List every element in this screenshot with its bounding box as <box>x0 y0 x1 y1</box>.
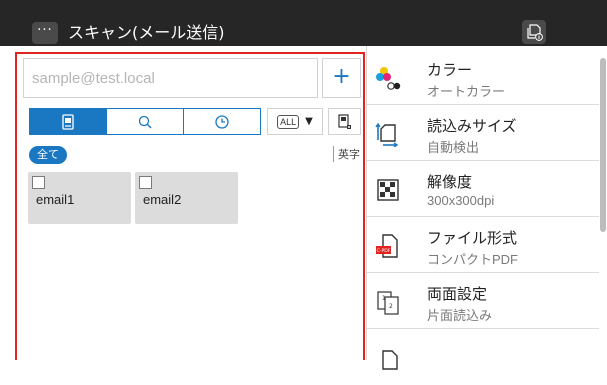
setting-value: 自動検出 <box>427 140 480 155</box>
svg-text:2: 2 <box>389 303 393 310</box>
setting-value: 片面読込み <box>427 308 493 323</box>
device-info-icon <box>527 24 543 41</box>
setting-color[interactable]: カラー オートカラー <box>367 50 599 105</box>
address-panel: + ALL ▼ <box>15 52 365 360</box>
resolution-icon <box>377 179 399 201</box>
pdf-badge-text: C-PDF <box>377 248 391 254</box>
settings-panel: カラー オートカラー 読込みサイズ 自動検出 解像度 300x300dpi C-… <box>366 46 607 370</box>
chevron-down-icon: ▼ <box>305 116 313 127</box>
header-bar: ··· スキャン(メール送信) <box>0 0 607 46</box>
filter-dropdown[interactable]: ALL ▼ <box>267 108 323 135</box>
address-input[interactable] <box>24 59 317 97</box>
setting-value: オートカラー <box>427 84 506 99</box>
history-clock-icon <box>215 114 229 129</box>
email-label: email1 <box>36 192 75 207</box>
menu-button[interactable]: ··· <box>32 22 58 44</box>
color-mode-icon <box>376 67 401 90</box>
email-tile[interactable]: email1 <box>28 172 131 224</box>
setting-title: カラー <box>427 61 473 79</box>
email-checkbox[interactable] <box>139 176 152 189</box>
address-book-icon <box>62 113 74 130</box>
index-all-pill[interactable]: 全て <box>29 146 67 164</box>
device-info-button[interactable] <box>522 20 546 44</box>
tab-search[interactable] <box>107 109 184 134</box>
setting-file-format[interactable]: C-PDF ファイル形式 コンパクトPDF <box>367 218 599 273</box>
document-icon <box>382 350 398 370</box>
setting-title: ファイル形式 <box>427 229 518 247</box>
setting-next-partial[interactable] <box>367 330 599 385</box>
setting-resolution[interactable]: 解像度 300x300dpi <box>367 162 599 217</box>
scan-size-icon <box>375 122 399 147</box>
address-tabs <box>29 108 261 135</box>
file-format-icon: C-PDF <box>376 234 398 258</box>
address-detail-button[interactable] <box>328 108 361 135</box>
setting-duplex[interactable]: 1 2 両面設定 片面読込み <box>367 274 599 329</box>
setting-value: 300x300dpi <box>427 193 495 208</box>
setting-title: 解像度 <box>427 173 473 191</box>
search-icon <box>138 115 152 128</box>
setting-scan-size[interactable]: 読込みサイズ 自動検出 <box>367 106 599 161</box>
email-checkbox[interactable] <box>32 176 45 189</box>
setting-title: 両面設定 <box>427 285 488 303</box>
index-alpha[interactable]: 英字 <box>338 146 360 164</box>
tab-address-book[interactable] <box>30 109 107 134</box>
svg-text:1: 1 <box>382 295 386 302</box>
page-title: スキャン(メール送信) <box>68 23 225 42</box>
address-detail-icon <box>337 113 351 129</box>
index-separator <box>333 146 334 162</box>
duplex-icon: 1 2 <box>377 291 399 315</box>
filter-all-badge: ALL <box>277 114 300 129</box>
setting-value: コンパクトPDF <box>427 252 519 267</box>
address-search-box <box>23 58 318 98</box>
add-address-button[interactable]: + <box>322 58 361 98</box>
settings-scrollbar[interactable] <box>600 58 606 232</box>
email-label: email2 <box>143 192 182 207</box>
email-tile[interactable]: email2 <box>135 172 238 224</box>
setting-title: 読込みサイズ <box>427 117 517 135</box>
tab-history[interactable] <box>184 109 260 134</box>
